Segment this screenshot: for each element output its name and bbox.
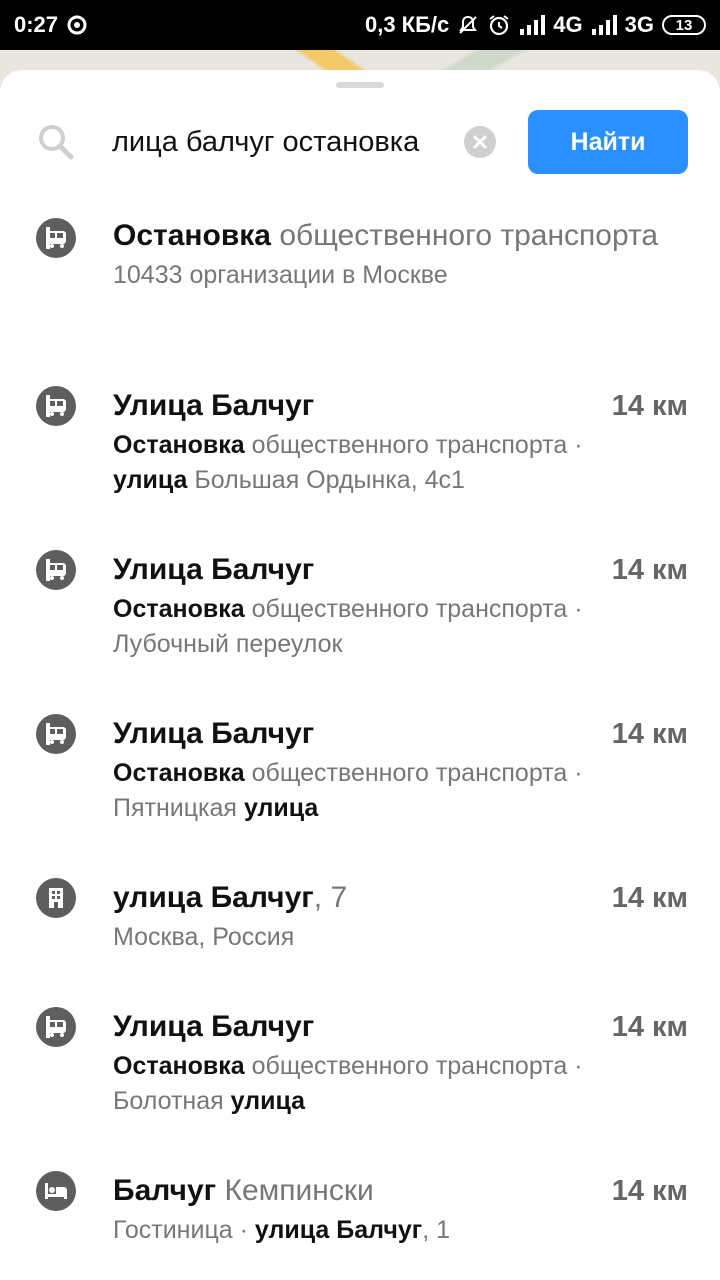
status-time: 0:27	[14, 12, 59, 37]
net-speed: 0,3 КБ/с	[364, 12, 450, 37]
result-distance: 14 км	[611, 718, 688, 750]
bus-stop-icon	[36, 386, 76, 426]
result-item[interactable]: Улица Балчуг 14 км Остановка общественно…	[0, 1005, 720, 1169]
result-distance: 14 км	[611, 554, 688, 586]
bus-stop-icon	[36, 714, 76, 754]
search-results-sheet: Найти Остановка общественного транспорта…	[0, 70, 720, 1280]
search-icon	[38, 124, 74, 165]
building-icon	[36, 878, 76, 918]
result-item[interactable]: Балчуг Кемпински 14 км Гостиница · улица…	[0, 1169, 720, 1269]
result-subtitle: Остановка общественного транспорта ·	[113, 759, 583, 787]
result-title: Улица Балчуг	[113, 1010, 315, 1043]
result-address: Пятницкая улица	[113, 794, 319, 822]
signal-icon	[519, 15, 546, 35]
result-subtitle: Остановка общественного транспорта ·	[113, 1052, 583, 1080]
results-list: Остановка общественного транспорта 10433…	[0, 214, 720, 1269]
result-distance: 14 км	[611, 390, 688, 422]
battery-level: 13	[675, 16, 693, 34]
result-title: Улица Балчуг	[113, 553, 315, 586]
alarm-icon	[487, 13, 511, 37]
result-subtitle: Гостиница · улица Балчуг, 1	[113, 1216, 451, 1244]
result-title: Балчуг Кемпински	[113, 1174, 374, 1207]
search-input[interactable]	[112, 120, 452, 164]
result-title: Улица Балчуг	[113, 717, 315, 750]
result-subtitle: Остановка общественного транспорта ·	[113, 431, 583, 459]
bus-stop-icon	[36, 1007, 76, 1047]
result-title: Остановка общественного транспорта	[113, 219, 659, 252]
result-item[interactable]: Улица Балчуг 14 км Остановка общественно…	[0, 712, 720, 876]
search-bar: Найти	[0, 108, 720, 176]
status-bar: 0:27 0,3 КБ/с 4G 3G 13	[0, 0, 720, 50]
result-distance: 14 км	[611, 1175, 688, 1207]
result-address: Болотная улица	[113, 1087, 306, 1115]
bell-off-icon	[457, 14, 479, 36]
result-item[interactable]: Улица Балчуг 14 км Остановка общественно…	[0, 548, 720, 712]
sim2-type: 3G	[624, 12, 654, 37]
result-item[interactable]: улица Балчуг, 7 14 км Москва, Россия	[0, 876, 720, 1005]
battery-icon: 13	[662, 15, 706, 35]
result-address: улица Большая Ордынка, 4с1	[113, 466, 465, 494]
bus-stop-icon	[36, 550, 76, 590]
result-subtitle: Остановка общественного транспорта ·	[113, 595, 583, 623]
drag-handle[interactable]	[336, 82, 384, 88]
sim1-type: 4G	[553, 12, 583, 37]
bus-stop-icon	[36, 218, 76, 258]
result-title: Улица Балчуг	[113, 389, 315, 422]
media-record-icon	[66, 14, 88, 36]
result-distance: 14 км	[611, 882, 688, 914]
result-distance: 14 км	[611, 1011, 688, 1043]
result-title: улица Балчуг, 7	[113, 881, 348, 914]
result-subtitle: 10433 организации в Москве	[113, 261, 448, 289]
find-button[interactable]: Найти	[528, 110, 688, 174]
result-item[interactable]: Улица Балчуг 14 км Остановка общественно…	[0, 384, 720, 548]
signal-icon	[591, 15, 617, 35]
result-address: Лубочный переулок	[113, 630, 343, 658]
result-item[interactable]: Остановка общественного транспорта 10433…	[0, 214, 720, 384]
result-subtitle: Москва, Россия	[113, 923, 295, 951]
hotel-icon	[36, 1171, 76, 1211]
clear-icon[interactable]	[464, 126, 496, 163]
